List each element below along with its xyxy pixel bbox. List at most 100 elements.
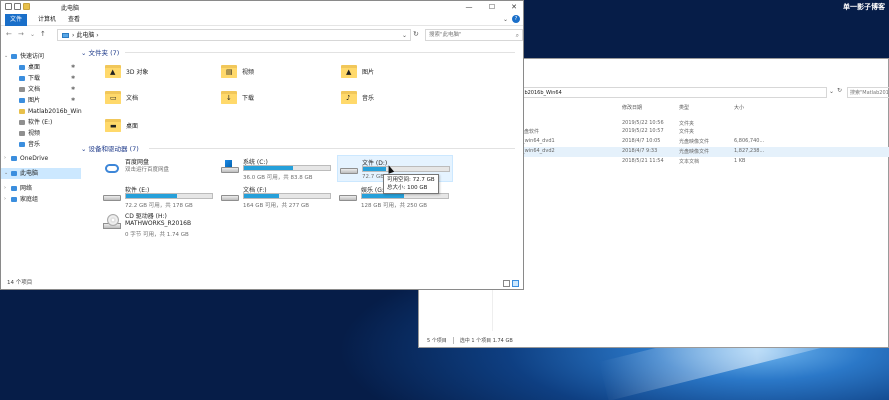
- help-icon[interactable]: ?: [512, 15, 520, 23]
- sidebar-item-document[interactable]: 文档 ✱: [1, 84, 81, 95]
- refresh-icon[interactable]: ↻: [837, 87, 842, 94]
- file-type: 光盘映像文件: [679, 149, 710, 155]
- recent-chevron-icon[interactable]: ⌄: [30, 31, 35, 38]
- folder-label: 视频: [242, 69, 255, 76]
- sidebar-item-desktop[interactable]: 桌面 ✱: [1, 62, 81, 73]
- column-size[interactable]: 大小: [734, 104, 744, 111]
- back-arrow-icon[interactable]: ←: [6, 30, 12, 38]
- sidebar-item-star[interactable]: ⌄ 快速访问: [1, 51, 81, 62]
- address-dropdown-icon[interactable]: ⌄: [402, 30, 407, 41]
- folders-group-header[interactable]: ⌄ 文件夹 (7): [81, 47, 521, 57]
- sidebar-item-homegroup[interactable]: › 家庭组: [1, 194, 81, 205]
- drives-group-header[interactable]: ⌄ 设备和驱动器 (7): [81, 143, 521, 153]
- folder-glyph: ▲: [110, 68, 116, 76]
- close-button[interactable]: ✕: [504, 1, 524, 13]
- ribbon-expand-icon[interactable]: ⌄: [503, 16, 508, 23]
- file-row[interactable]: b_win64_dvd1 2018/4/7 10:05 光盘映像文件 6,806,74…: [519, 137, 889, 147]
- sidebar-item-download[interactable]: 下载 ✱: [1, 73, 81, 84]
- drive-info: 72.2 GB 可用，共 178 GB: [125, 203, 193, 209]
- folder-tile[interactable]: ♪ 音乐: [341, 87, 451, 109]
- video-folder-icon: ▤: [221, 63, 237, 79]
- breadcrumb-separator[interactable]: ›: [72, 32, 74, 39]
- expand-chevron-icon[interactable]: ⌄: [4, 51, 8, 62]
- folder-glyph: ▲: [346, 68, 352, 76]
- navigation-pane[interactable]: ⌄ 快速访问 桌面 ✱ 下载 ✱ 文档 ✱ 图片 ✱ Matlab2016b_Win 软件 (E:) 视…: [1, 47, 82, 277]
- drive-info: 双击运行百度网盘: [125, 167, 170, 173]
- tab-view[interactable]: 查看: [63, 14, 85, 26]
- collapse-chevron-icon[interactable]: ⌄: [81, 49, 86, 57]
- disk-drive-tile[interactable]: 文档 (F:) 164 GB 可用，共 277 GB: [219, 183, 335, 210]
- sidebar-item-music[interactable]: 音乐: [1, 139, 81, 150]
- folder-tile[interactable]: ▤ 视频: [221, 61, 331, 83]
- folder-tile[interactable]: ▭ 文档: [105, 87, 215, 109]
- sidebar-item-label: 此电脑: [20, 170, 39, 177]
- file-row[interactable]: b_win64_dvd2 2018/4/7 9:33 光盘映像文件 1,827,238…: [519, 147, 889, 157]
- folder-tile[interactable]: ▲ 图片: [341, 61, 451, 83]
- checkmark-icon[interactable]: [14, 3, 21, 10]
- file-date: 2018/4/7 10:05: [622, 138, 661, 144]
- chevron-down-icon[interactable]: ⌄: [829, 88, 834, 95]
- drive-name: CD 驱动器 (H:) MATHWORKS_R2016B: [125, 213, 192, 227]
- tab-file[interactable]: 文件: [5, 14, 28, 26]
- breadcrumb-separator-2[interactable]: ›: [96, 32, 98, 39]
- cd-drive-tile[interactable]: CD 驱动器 (H:) MATHWORKS_R2016B 0 字节 可用，共 1.…: [101, 211, 217, 238]
- drive-info: 36.0 GB 可用，共 83.8 GB: [243, 175, 313, 181]
- folder-tile[interactable]: ↓ 下载: [221, 87, 331, 109]
- large-icons-view-icon[interactable]: [512, 280, 519, 287]
- sidebar-item-label: 快速访问: [20, 53, 45, 60]
- sidebar-item-drive[interactable]: 软件 (E:): [1, 117, 81, 128]
- titlebar[interactable]: 此电脑 — ☐ ✕: [1, 1, 523, 13]
- sidebar-item-folder[interactable]: Matlab2016b_Win: [1, 106, 82, 117]
- onedrive-icon: [11, 156, 17, 161]
- folder-tile[interactable]: ▲ 3D 对象: [105, 61, 215, 83]
- folder-tile[interactable]: ▬ 桌面: [105, 115, 215, 137]
- column-date[interactable]: 修改日期: [622, 104, 642, 111]
- disk-drive-tile[interactable]: 软件 (E:) 72.2 GB 可用，共 178 GB: [101, 183, 217, 210]
- sidebar-item-pc[interactable]: ⌄ 此电脑: [1, 168, 81, 179]
- disk-drive-tile[interactable]: 系统 (C:) 36.0 GB 可用，共 83.8 GB: [219, 155, 335, 182]
- sidebar-item-pictures[interactable]: 图片 ✱: [1, 95, 81, 106]
- breadcrumb-this-pc[interactable]: 此电脑: [76, 32, 94, 39]
- search-icon[interactable]: ⌕: [516, 30, 519, 41]
- pin-icon: ✱: [71, 86, 76, 92]
- file-size: 6,806,740...: [734, 138, 765, 144]
- up-arrow-icon[interactable]: ↑: [40, 30, 46, 38]
- column-type[interactable]: 类型: [679, 104, 689, 111]
- minimize-button[interactable]: —: [459, 1, 479, 13]
- expand-chevron-icon[interactable]: ⌄: [4, 168, 8, 179]
- refresh-icon[interactable]: ↻: [413, 30, 419, 38]
- expand-chevron-icon[interactable]: ›: [4, 153, 6, 164]
- pc-icon: [62, 33, 69, 38]
- pc-icon: [11, 171, 17, 176]
- selection-info: 选中 1 个项目 1.74 GB: [459, 338, 513, 344]
- explorer-window-this-pc[interactable]: 此电脑 — ☐ ✕ 文件 计算机 查看 ⌄ ? ← → ⌄ ↑ › 此电脑 › …: [0, 0, 524, 290]
- pin-icon: ✱: [71, 97, 76, 103]
- sidebar-item-label: 文档: [28, 86, 41, 93]
- properties-icon[interactable]: [5, 3, 12, 10]
- maximize-button[interactable]: ☐: [482, 1, 502, 13]
- new-folder-icon[interactable]: [23, 3, 30, 10]
- sidebar-item-onedrive[interactable]: › OneDrive: [1, 153, 81, 164]
- homegroup-icon: [11, 197, 17, 202]
- address-input[interactable]: › 此电脑 › ⌄: [57, 29, 411, 41]
- cloud-drive-tile[interactable]: 百度网盘 双击运行百度网盘: [101, 155, 217, 182]
- file-row[interactable]: 2018/5/21 11:54 文本文档 1 KB: [519, 157, 889, 167]
- tab-computer[interactable]: 计算机: [33, 14, 61, 26]
- back-window-search-input[interactable]: 搜索"Matlab2016b_Wi...: [847, 87, 889, 98]
- content-pane[interactable]: ⌄ 文件夹 (7) ▲ 3D 对象 ▤ 视频 ▲ 图片 ▭ 文档 ↓ 下载 ♪ 音乐 ▬ 桌面 ⌄ 设备和…: [81, 47, 523, 277]
- file-row[interactable]: 光盘软件 2019/5/22 10:57 文件夹: [519, 127, 889, 137]
- sidebar-item-network[interactable]: › 网络: [1, 183, 81, 194]
- expand-chevron-icon[interactable]: ›: [4, 194, 6, 205]
- hard-drive-icon: [221, 160, 239, 174]
- forward-arrow-icon[interactable]: →: [18, 30, 24, 38]
- folder-glyph: ▬: [110, 122, 117, 130]
- details-view-icon[interactable]: [503, 280, 510, 287]
- file-name: b_win64_dvd1: [519, 138, 555, 144]
- sidebar-item-video[interactable]: 视频: [1, 128, 81, 139]
- tooltip-total-size: 总大小: 100 GB: [387, 185, 428, 191]
- expand-chevron-icon[interactable]: ›: [4, 183, 6, 194]
- search-input[interactable]: 搜索"此电脑" ⌕: [425, 29, 523, 41]
- collapse-chevron-icon[interactable]: ⌄: [81, 145, 86, 153]
- file-date: 2019/5/22 10:57: [622, 128, 664, 134]
- back-window-address-bar[interactable]: lab2016b_Win64: [515, 87, 827, 98]
